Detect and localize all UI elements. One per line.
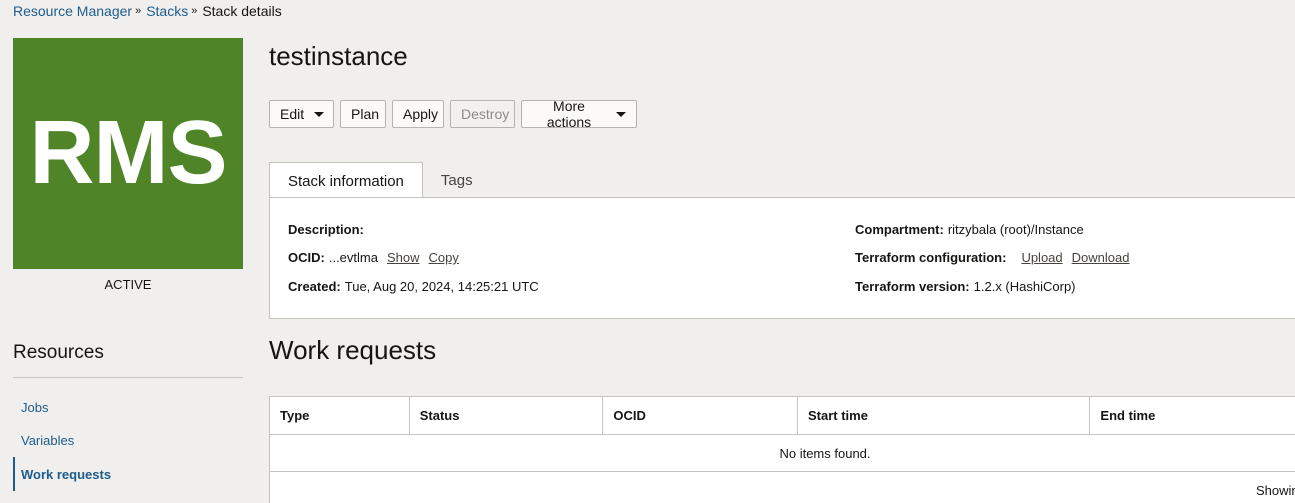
table-header: Type Status OCID Start time End time — [270, 397, 1295, 435]
sidebar-item-work-requests[interactable]: Work requests — [13, 457, 243, 491]
empty-state-row: No items found. — [270, 435, 1295, 472]
compartment-label: Compartment: — [855, 222, 944, 237]
terraform-config-row: Terraform configuration: Upload Download — [855, 250, 1129, 265]
ocid-show-link[interactable]: Show — [387, 250, 420, 265]
tab-tags[interactable]: Tags — [423, 162, 491, 198]
stack-logo: RMS — [13, 38, 243, 269]
resources-divider — [13, 377, 243, 378]
compartment-row: Compartment: ritzybala (root)/Instance — [855, 222, 1084, 237]
breadcrumb: Resource Manager » Stacks » Stack detail… — [13, 3, 282, 19]
page-title: testinstance — [269, 41, 408, 71]
column-header-end-time[interactable]: End time — [1090, 397, 1295, 434]
ocid-row: OCID: ...evtlma Show Copy — [288, 250, 459, 265]
created-row: Created: Tue, Aug 20, 2024, 14:25:21 UTC — [288, 279, 539, 294]
breadcrumb-separator: » — [191, 5, 198, 17]
tab-stack-information[interactable]: Stack information — [269, 162, 423, 199]
empty-state-text: No items found. — [779, 445, 871, 461]
more-actions-label: More actions — [546, 98, 592, 130]
sidebar-item-jobs[interactable]: Jobs — [13, 400, 243, 415]
sidebar-item-label: Work requests — [21, 466, 112, 482]
ocid-copy-link[interactable]: Copy — [429, 250, 459, 265]
column-header-ocid[interactable]: OCID — [603, 397, 798, 434]
resources-heading: Resources — [13, 342, 104, 363]
edit-button-label: Edit — [280, 106, 305, 122]
breadcrumb-current: Stack details — [202, 3, 282, 19]
compartment-value: ritzybala (root)/Instance — [947, 222, 1084, 237]
sidebar-item-label: Jobs — [21, 400, 49, 415]
column-header-start-time[interactable]: Start time — [798, 397, 1091, 434]
description-label: Description: — [288, 222, 364, 237]
column-header-type[interactable]: Type — [270, 397, 410, 434]
sidebar-item-label: Variables — [21, 433, 75, 448]
action-toolbar: Edit Plan Apply Destroy More actions — [269, 98, 637, 130]
terraform-version-value: 1.2.x (HashiCorp) — [973, 279, 1076, 294]
terraform-config-label: Terraform configuration: — [855, 250, 1007, 265]
stack-info-panel: Description: OCID: ...evtlma Show Copy C… — [269, 197, 1295, 319]
breadcrumb-separator: » — [135, 5, 142, 17]
upload-link[interactable]: Upload — [1021, 250, 1062, 265]
column-header-status[interactable]: Status — [410, 397, 604, 434]
breadcrumb-resource-manager[interactable]: Resource Manager — [13, 3, 132, 19]
table-footer-showing: Showin — [1256, 483, 1295, 498]
created-label: Created: — [288, 279, 341, 294]
ocid-label: OCID: — [288, 250, 325, 265]
status-label: ACTIVE — [104, 277, 152, 292]
plan-button[interactable]: Plan — [340, 100, 386, 128]
created-value: Tue, Aug 20, 2024, 14:25:21 UTC — [344, 279, 539, 294]
breadcrumb-stacks[interactable]: Stacks — [146, 3, 188, 19]
work-requests-table: Type Status OCID Start time End time No … — [269, 396, 1295, 503]
terraform-version-label: Terraform version: — [855, 279, 970, 294]
stack-logo-text: RMS — [29, 103, 228, 203]
chevron-down-icon — [616, 111, 626, 117]
more-actions-button[interactable]: More actions — [521, 98, 637, 130]
sidebar-item-variables[interactable]: Variables — [13, 433, 243, 448]
destroy-button[interactable]: Destroy — [450, 100, 515, 128]
description-row: Description: — [288, 222, 368, 237]
work-requests-heading: Work requests — [269, 335, 437, 365]
download-link[interactable]: Download — [1072, 250, 1130, 265]
chevron-down-icon — [314, 111, 325, 117]
edit-button[interactable]: Edit — [269, 100, 334, 128]
ocid-value: ...evtlma — [328, 250, 378, 265]
terraform-version-row: Terraform version: 1.2.x (HashiCorp) — [855, 279, 1076, 294]
tab-bar: Stack information Tags — [269, 162, 491, 199]
apply-button[interactable]: Apply — [392, 100, 444, 128]
